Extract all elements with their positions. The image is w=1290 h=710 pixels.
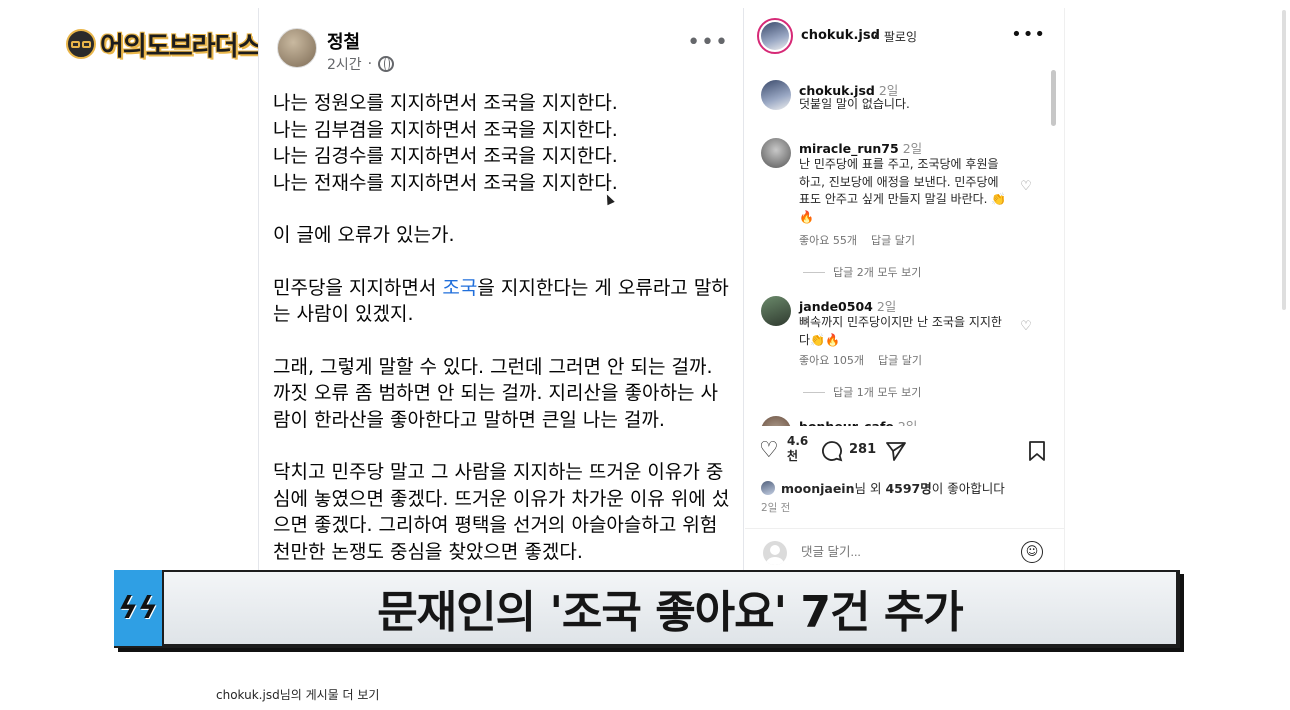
author-avatar[interactable]: [277, 28, 317, 68]
view-replies-button[interactable]: 답글 1개 모두 보기: [803, 384, 921, 400]
footer-username[interactable]: chokuk.jsd: [216, 688, 280, 702]
caption-banner: ϟϟ 문재인의 '조국 좋아요' 7건 추가: [114, 570, 1180, 648]
page-scrollbar[interactable]: [1282, 10, 1286, 310]
comment-item: jande0504 2일 뼈속까지 민주당이지만 난 조국을 지지한다👏🔥 ♡ 좋…: [761, 294, 1043, 404]
comment-heart-icon[interactable]: ♡: [1019, 180, 1033, 194]
post-line: 나는 김경수를 지지하면서 조국을 지지한다.: [273, 145, 618, 167]
liked-by-suffix: 이 좋아합니다: [931, 481, 1005, 496]
like-count-unit: 천: [787, 449, 799, 463]
post-line: 그래, 그렇게 말할 수 있다. 그런데 그러면 안 되는 걸까. 까짓 오류 …: [273, 355, 718, 431]
post-line: 나는 김부겸을 지지하면서 조국을 지지한다.: [273, 118, 618, 141]
heart-icon[interactable]: ♡: [759, 440, 779, 462]
comment-user-label[interactable]: bonheur_cafe: [799, 419, 894, 426]
profile-username[interactable]: chokuk.jsd: [801, 28, 880, 43]
comment-avatar[interactable]: [761, 138, 791, 168]
post-line: 나는 전재수를 지지하면서 조국을 지지한다.: [273, 171, 618, 194]
profile-avatar[interactable]: [757, 18, 793, 54]
post-line: 민주당을 지지하면서: [273, 276, 443, 299]
author-name[interactable]: 정철: [327, 28, 360, 54]
post-paragraph: 그래, 그렇게 말할 수 있다. 그런데 그러면 안 되는 걸까. 까짓 오류 …: [273, 354, 733, 434]
like-count-number: 4.6: [787, 434, 809, 448]
comment-time: 2일: [898, 419, 917, 426]
comment-username[interactable]: bonheur_cafe 2일: [799, 416, 917, 426]
more-posts-link[interactable]: chokuk.jsd님의 게시물 더 보기: [216, 686, 379, 703]
following-status[interactable]: • 팔로잉: [873, 28, 917, 45]
comment-heart-icon[interactable]: ♡: [1019, 320, 1033, 334]
comment-item: bonheur_cafe 2일: [761, 414, 1043, 426]
comment-likes[interactable]: 좋아요 55개: [799, 234, 857, 247]
post-action-bar: ♡ 4.6 천 281: [745, 434, 1064, 474]
liker-count[interactable]: 4597명: [885, 481, 931, 496]
post-meta: 2시간 ·: [327, 54, 395, 74]
hashtag-link[interactable]: 조국: [442, 277, 477, 299]
instagram-post-panel: chokuk.jsd • 팔로잉 ••• chokuk.jsd 2일 덧붙일 말이…: [745, 8, 1065, 570]
comment-item: chokuk.jsd 2일 덧붙일 말이 없습니다.: [761, 78, 1043, 118]
comment-text: 덧붙일 말이 없습니다.: [799, 97, 910, 111]
liked-by-line: moonjaein님 외 4597명이 좋아합니다: [761, 478, 1005, 497]
lightning-badge-icon: ϟϟ: [114, 570, 162, 646]
comment-username[interactable]: miracle_run75 2일: [799, 138, 922, 157]
post-paragraph: 닥치고 민주당 말고 그 사람을 지지하는 뜨거운 이유가 중심에 놓였으면 좋…: [273, 459, 733, 565]
meta-separator: ·: [367, 56, 373, 72]
post-body: 나는 정원오를 지지하면서 조국을 지지한다. 나는 김부겸을 지지하면서 조국…: [273, 90, 733, 570]
comment-time: 2일: [876, 299, 897, 314]
post-more-button[interactable]: •••: [687, 30, 729, 55]
post-paragraph: 나는 정원오를 지지하면서 조국을 지지한다. 나는 김부겸을 지지하면서 조국…: [273, 90, 733, 196]
reply-button[interactable]: 답글 달기: [871, 234, 915, 247]
share-icon[interactable]: [885, 440, 907, 467]
post-paragraph: 이 글에 오류가 있는가.: [273, 222, 733, 249]
logo-glasses-icon: [66, 29, 96, 59]
banner-title: 문재인의 '조국 좋아요' 7건 추가: [377, 587, 964, 638]
liked-by-mid: 님 외: [854, 481, 886, 496]
channel-logo: 어의도브라더스: [66, 26, 261, 62]
footer-text: 님의 게시물 더 보기: [279, 688, 380, 702]
comment-avatar[interactable]: [761, 416, 791, 426]
badge-glyph: ϟϟ: [118, 590, 158, 626]
post-options-button[interactable]: •••: [1011, 24, 1046, 45]
comment-user-label[interactable]: jande0504: [799, 299, 873, 314]
facebook-post: 정철 2시간 · ••• 나는 정원오를 지지하면서 조국을 지지한다. 나는 …: [258, 8, 744, 570]
liked-by-text: moonjaein님 외 4597명이 좋아합니다: [781, 478, 1005, 497]
view-replies-button[interactable]: 답글 2개 모두 보기: [803, 264, 921, 280]
comment-user-label[interactable]: miracle_run75: [799, 141, 899, 156]
comment-time: 2일: [902, 141, 923, 156]
comment-list: chokuk.jsd 2일 덧붙일 말이 없습니다. miracle_run75 2…: [745, 74, 1045, 426]
logo-text: 어의도브라더스: [100, 31, 261, 62]
post-time[interactable]: 2시간: [327, 54, 362, 74]
post-line: 이 글에 오류가 있는가.: [273, 224, 455, 246]
banner-body: 문재인의 '조국 좋아요' 7건 추가: [164, 572, 1176, 644]
comment-item: miracle_run75 2일 난 민주당에 표를 주고, 조국당에 후원을 하…: [761, 136, 1043, 279]
comment-actions: 좋아요 55개 답글 달기: [799, 232, 929, 248]
post-paragraph: 민주당을 지지하면서 조국을 지지한다는 게 오류라고 말하는 사람이 있겠지.: [273, 275, 733, 328]
comment-avatar[interactable]: [761, 80, 791, 110]
post-line: 나는 정원오를 지지하면서 조국을 지지한다.: [273, 92, 618, 114]
user-avatar: [763, 541, 787, 565]
liker-avatar[interactable]: [761, 480, 775, 495]
globe-icon[interactable]: [378, 56, 395, 72]
comment-input[interactable]: [801, 545, 1001, 559]
comment-avatar[interactable]: [761, 296, 791, 326]
comment-username[interactable]: jande0504 2일: [799, 296, 896, 315]
comment-bar: ☺: [745, 528, 1064, 570]
comment-likes[interactable]: 좋아요 105개: [799, 354, 864, 367]
comment-text: 난 민주당에 표를 주고, 조국당에 후원을 하고, 진보당에 애정을 보낸다.…: [799, 157, 1007, 224]
like-count[interactable]: 4.6 천: [787, 434, 808, 464]
comment-count[interactable]: 281: [849, 442, 876, 457]
liker-username[interactable]: moonjaein: [781, 481, 854, 496]
post-line: 닥치고 민주당 말고 그 사람을 지지하는 뜨거운 이유가 중심에 놓였으면 좋…: [273, 461, 730, 563]
bookmark-icon[interactable]: [1027, 440, 1047, 467]
reply-button[interactable]: 답글 달기: [878, 354, 922, 367]
comment-actions: 좋아요 105개 답글 달기: [799, 352, 936, 368]
comment-icon[interactable]: [821, 440, 843, 467]
post-date: 2일 전: [761, 502, 791, 514]
comments-scrollbar[interactable]: [1051, 70, 1056, 126]
comment-text: 뼈속까지 민주당이지만 난 조국을 지지한다👏🔥: [799, 315, 1002, 347]
emoji-icon[interactable]: ☺: [1021, 541, 1043, 563]
